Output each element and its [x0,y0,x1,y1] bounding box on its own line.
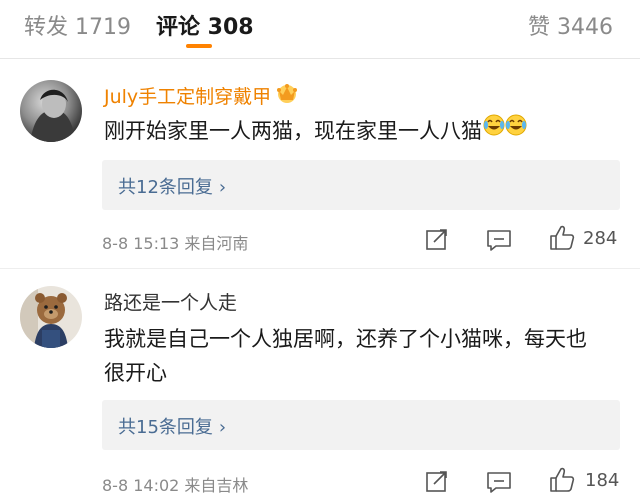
comment-item: July手工定制穿戴甲 刚开始家里一人两猫，现在家里一人八猫 共12条回复 › … [0,76,640,266]
tab-comments[interactable]: 评论 308 [156,9,254,41]
repost-icon[interactable] [425,469,449,497]
tab-bar: 转发 1719 评论 308 赞 3446 [0,0,640,58]
replies-count[interactable]: 共12条回复 [118,177,213,198]
author-name[interactable]: July手工定制穿戴甲 [104,86,271,108]
avatar[interactable] [20,286,82,348]
thumbs-up-icon[interactable] [548,466,576,498]
chevron-right-icon: › [218,177,227,198]
replies-box[interactable]: 共15条回复 › [102,400,620,450]
comment-meta: 8-8 15:13 来自河南 [102,234,249,253]
like-count: 284 [583,228,618,249]
replies-count[interactable]: 共15条回复 [118,417,213,438]
comment-text: 刚开始家里一人两猫，现在家里一人八猫 [104,114,604,148]
tab-likes[interactable]: 赞 3446 [528,9,613,41]
chevron-right-icon: › [218,417,227,438]
tab-repost[interactable]: 转发 1719 [24,9,131,41]
comment-author[interactable]: 路还是一个人走 [104,288,237,315]
comment-text: 我就是自己一个人独居啊，还养了个小猫咪，每天也很开心 [104,327,587,385]
like-count: 184 [585,470,620,491]
comment-meta: 8-8 14:02 来自吉林 [102,476,249,495]
repost-icon[interactable] [425,227,449,255]
thumbs-up-icon[interactable] [548,224,576,256]
replies-box[interactable]: 共12条回复 › [102,160,620,210]
avatar[interactable] [20,80,82,142]
comment-icon[interactable] [486,470,512,498]
view-replies-link[interactable]: 共12条回复 › [118,173,226,199]
active-tab-indicator [186,44,212,48]
laugh-cry-emoji-icon [482,113,528,147]
comment-divider [0,268,640,269]
vip-crown-icon [275,82,299,109]
comment-item: 路还是一个人走 我就是自己一个人独居啊，还养了个小猫咪，每天也很开心 共15条回… [0,284,640,499]
tabs-divider [0,58,640,59]
comment-author[interactable]: July手工定制穿戴甲 [104,82,299,109]
comment-icon[interactable] [486,228,512,256]
view-replies-link[interactable]: 共15条回复 › [118,413,226,439]
comment-text-content: 刚开始家里一人两猫，现在家里一人八猫 [104,119,482,143]
